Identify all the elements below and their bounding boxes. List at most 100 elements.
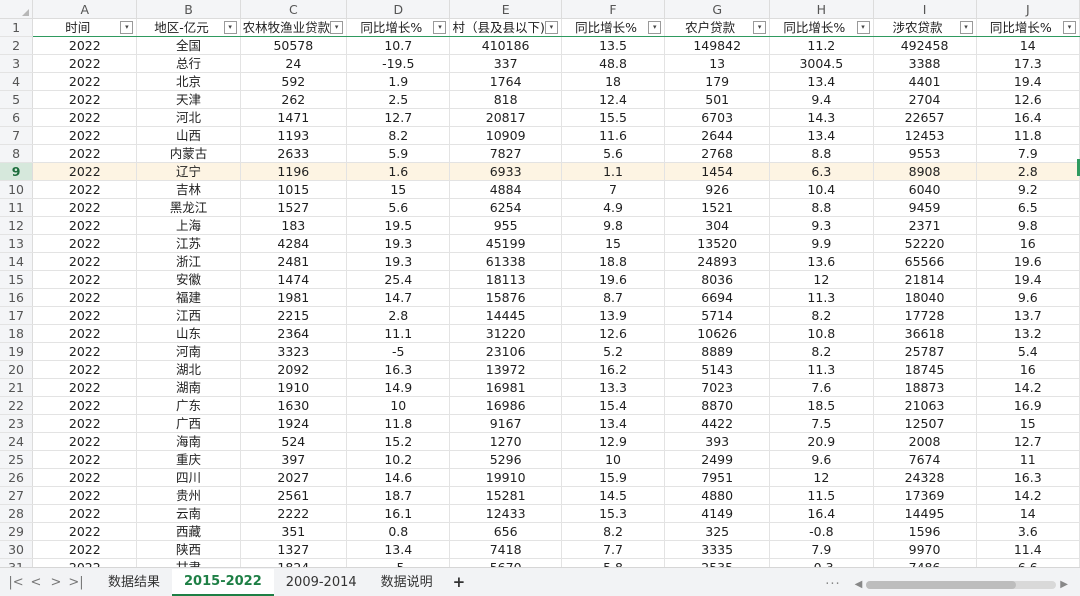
- data-cell[interactable]: 6.6: [976, 558, 1080, 567]
- data-cell[interactable]: 1.9: [346, 72, 451, 91]
- column-header[interactable]: A: [32, 0, 138, 19]
- data-cell[interactable]: 6254: [449, 198, 562, 217]
- row-number[interactable]: 2: [0, 36, 34, 55]
- data-cell[interactable]: 4284: [240, 234, 348, 253]
- data-cell[interactable]: 2022: [32, 432, 138, 451]
- data-cell[interactable]: 16: [976, 360, 1080, 379]
- data-cell[interactable]: 24893: [664, 252, 771, 271]
- data-cell[interactable]: 2022: [32, 36, 138, 55]
- data-cell[interactable]: 45199: [449, 234, 562, 253]
- data-cell[interactable]: 1630: [240, 396, 348, 415]
- data-cell[interactable]: 13.4: [769, 72, 874, 91]
- data-cell[interactable]: 2022: [32, 90, 138, 109]
- data-cell[interactable]: 31220: [449, 324, 562, 343]
- data-cell[interactable]: 2704: [873, 90, 977, 109]
- row-number[interactable]: 18: [0, 324, 34, 343]
- data-cell[interactable]: 7023: [664, 378, 771, 397]
- data-cell[interactable]: 10626: [664, 324, 771, 343]
- data-cell[interactable]: 云南: [136, 504, 241, 523]
- data-cell[interactable]: 浙江: [136, 252, 241, 271]
- data-cell[interactable]: 17.3: [976, 54, 1080, 73]
- filter-dropdown-icon[interactable]: ▾: [223, 21, 237, 34]
- column-header[interactable]: E: [449, 0, 562, 19]
- row-number[interactable]: 23: [0, 414, 34, 433]
- data-cell[interactable]: 9970: [873, 540, 977, 559]
- data-cell[interactable]: 2.8: [346, 306, 451, 325]
- data-cell[interactable]: 16.4: [769, 504, 874, 523]
- data-cell[interactable]: 7: [561, 180, 666, 199]
- data-cell[interactable]: 2022: [32, 144, 138, 163]
- data-cell[interactable]: 8889: [664, 342, 771, 361]
- data-cell[interactable]: 18873: [873, 378, 977, 397]
- data-cell[interactable]: 492458: [873, 36, 977, 55]
- data-cell[interactable]: 全国: [136, 36, 241, 55]
- data-cell[interactable]: 河南: [136, 342, 241, 361]
- sheet-tab[interactable]: 数据结果: [96, 569, 172, 596]
- data-cell[interactable]: 山西: [136, 126, 241, 145]
- row-number[interactable]: 19: [0, 342, 34, 361]
- data-cell[interactable]: 10: [346, 396, 451, 415]
- data-cell[interactable]: 2022: [32, 396, 138, 415]
- data-cell[interactable]: 北京: [136, 72, 241, 91]
- column-header[interactable]: I: [873, 0, 977, 19]
- row-number[interactable]: 20: [0, 360, 34, 379]
- data-cell[interactable]: 4422: [664, 414, 771, 433]
- data-cell[interactable]: 13.6: [769, 252, 874, 271]
- data-cell[interactable]: 14.2: [976, 378, 1080, 397]
- data-cell[interactable]: 1924: [240, 414, 348, 433]
- data-cell[interactable]: 14: [976, 36, 1080, 55]
- data-cell[interactable]: 16.3: [976, 468, 1080, 487]
- data-cell[interactable]: 9459: [873, 198, 977, 217]
- data-cell[interactable]: 1196: [240, 162, 348, 181]
- data-cell[interactable]: 19.3: [346, 252, 451, 271]
- data-cell[interactable]: 15281: [449, 486, 562, 505]
- data-cell[interactable]: 325: [664, 522, 771, 541]
- data-cell[interactable]: 14: [976, 504, 1080, 523]
- data-cell[interactable]: 7418: [449, 540, 562, 559]
- data-cell[interactable]: 15.2: [346, 432, 451, 451]
- data-cell[interactable]: 2371: [873, 216, 977, 235]
- data-cell[interactable]: 湖北: [136, 360, 241, 379]
- data-cell[interactable]: 12.7: [346, 108, 451, 127]
- data-cell[interactable]: 818: [449, 90, 562, 109]
- data-cell[interactable]: 10.4: [769, 180, 874, 199]
- data-cell[interactable]: 21063: [873, 396, 977, 415]
- data-cell[interactable]: 2022: [32, 216, 138, 235]
- data-cell[interactable]: 9.2: [976, 180, 1080, 199]
- data-cell[interactable]: 3.6: [976, 522, 1080, 541]
- data-cell[interactable]: 2022: [32, 198, 138, 217]
- data-cell[interactable]: 2022: [32, 108, 138, 127]
- data-cell[interactable]: 0.8: [346, 522, 451, 541]
- data-cell[interactable]: 10.8: [769, 324, 874, 343]
- data-cell[interactable]: 总行: [136, 54, 241, 73]
- data-cell[interactable]: 10.2: [346, 450, 451, 469]
- data-cell[interactable]: 14.6: [346, 468, 451, 487]
- last-sheet-icon[interactable]: >|: [66, 575, 86, 590]
- data-cell[interactable]: 36618: [873, 324, 977, 343]
- data-cell[interactable]: 16.3: [346, 360, 451, 379]
- data-cell[interactable]: 410186: [449, 36, 562, 55]
- data-cell[interactable]: 2215: [240, 306, 348, 325]
- data-cell[interactable]: 6703: [664, 108, 771, 127]
- data-cell[interactable]: 9.8: [561, 216, 666, 235]
- data-cell[interactable]: 15.3: [561, 504, 666, 523]
- row-number[interactable]: 10: [0, 180, 34, 199]
- data-cell[interactable]: 17369: [873, 486, 977, 505]
- data-cell[interactable]: 内蒙古: [136, 144, 241, 163]
- row-number[interactable]: 30: [0, 540, 34, 559]
- data-cell[interactable]: 11.1: [346, 324, 451, 343]
- row-number[interactable]: 7: [0, 126, 34, 145]
- scroll-track[interactable]: [866, 580, 1057, 589]
- data-cell[interactable]: 592: [240, 72, 348, 91]
- row-number[interactable]: 4: [0, 72, 34, 91]
- header-cell[interactable]: 地区-亿元 ▾: [136, 18, 241, 37]
- data-cell[interactable]: 2022: [32, 522, 138, 541]
- row-number[interactable]: 28: [0, 504, 34, 523]
- data-cell[interactable]: 1193: [240, 126, 348, 145]
- row-number[interactable]: 16: [0, 288, 34, 307]
- data-cell[interactable]: 8.2: [769, 342, 874, 361]
- data-cell[interactable]: 10: [561, 450, 666, 469]
- data-cell[interactable]: 12507: [873, 414, 977, 433]
- row-number[interactable]: 11: [0, 198, 34, 217]
- row-number[interactable]: 6: [0, 108, 34, 127]
